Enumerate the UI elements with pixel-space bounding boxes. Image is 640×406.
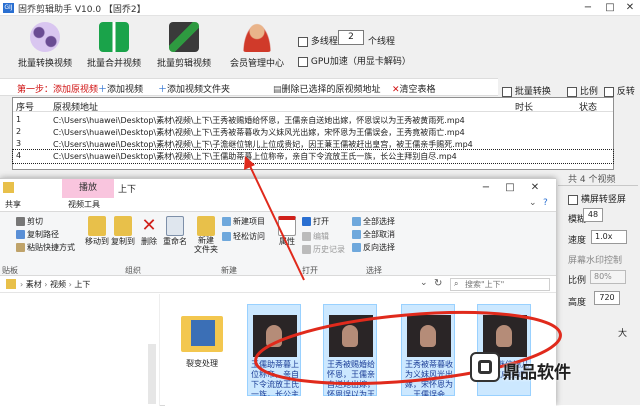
annotation-overlay xyxy=(244,156,562,385)
annotation-arrow xyxy=(248,163,305,281)
annotation-arrowhead xyxy=(244,156,255,170)
watermark-logo-icon xyxy=(470,352,500,382)
watermark-text: 鼎品软件 xyxy=(503,363,571,383)
